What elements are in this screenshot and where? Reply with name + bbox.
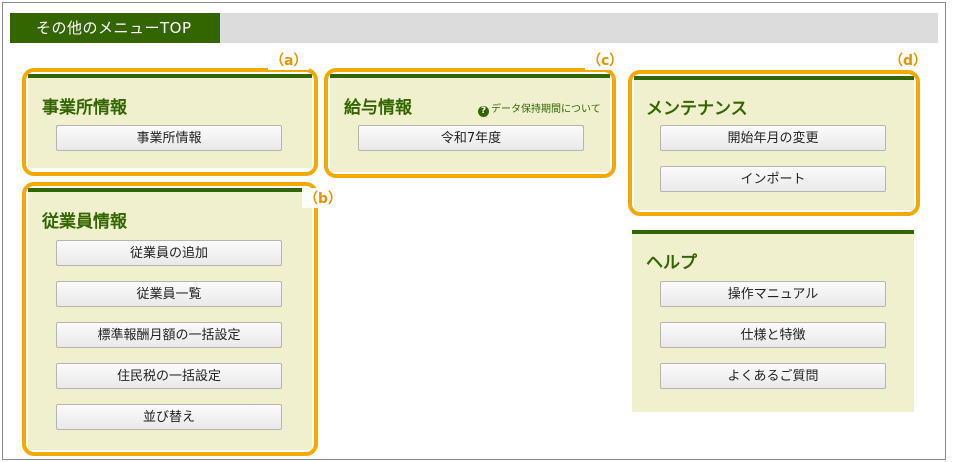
mark-a: （a） [268, 50, 310, 70]
help-panel-title: ヘルプ [646, 253, 697, 273]
mark-d: （d） [887, 50, 930, 70]
salary-panel-title: 給与情報 [344, 98, 412, 118]
data-retention-label: データ保持期間について [491, 104, 601, 115]
operation-manual-button[interactable]: 操作マニュアル [660, 281, 886, 307]
page-title-tab: その他のメニューTOP [10, 13, 220, 43]
import-button[interactable]: インポート [660, 166, 886, 192]
bulk-standard-remuneration-button[interactable]: 標準報酬月額の一括設定 [56, 322, 282, 348]
employee-list-button[interactable]: 従業員一覧 [56, 281, 282, 307]
reorder-button[interactable]: 並び替え [56, 404, 282, 430]
bulk-resident-tax-button[interactable]: 住民税の一括設定 [56, 363, 282, 389]
question-icon: ? [478, 106, 489, 117]
office-info-button[interactable]: 事業所情報 [56, 125, 282, 151]
data-retention-link[interactable]: ? データ保持期間について [478, 100, 601, 117]
salary-panel [330, 74, 610, 172]
employee-panel-title: 従業員情報 [42, 212, 127, 232]
specifications-button[interactable]: 仕様と特徴 [660, 322, 886, 348]
change-start-month-button[interactable]: 開始年月の変更 [660, 125, 886, 151]
maintenance-panel-title: メンテナンス [646, 99, 748, 119]
mark-b: （b） [302, 188, 345, 208]
office-panel [28, 74, 312, 168]
office-panel-title: 事業所情報 [42, 98, 127, 118]
add-employee-button[interactable]: 従業員の追加 [56, 240, 282, 266]
fiscal-year-button[interactable]: 令和7年度 [358, 125, 584, 151]
faq-button[interactable]: よくあるご質問 [660, 363, 886, 389]
mark-c: （c） [585, 50, 626, 70]
